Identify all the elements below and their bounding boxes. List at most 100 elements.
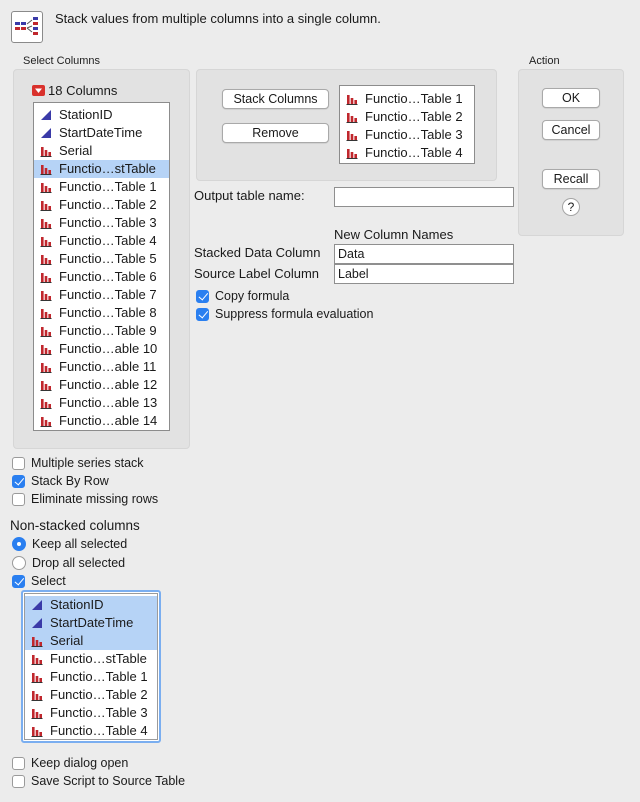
list-item[interactable]: Functio…able 12 — [34, 376, 169, 394]
multiple-series-checkbox[interactable] — [12, 456, 25, 470]
recall-button[interactable]: Recall — [542, 169, 600, 189]
select-columns-list[interactable]: StationID StartDateTime Serial Functio…stTa… — [33, 102, 170, 431]
list-item[interactable]: Functio…Table 2 — [25, 686, 157, 704]
suppress-eval-option[interactable]: Suppress formula evaluation — [196, 305, 373, 323]
output-table-name-input[interactable] — [334, 187, 514, 207]
non-stacked-columns-list[interactable]: StationID StartDateTime Serial Functio…stTa… — [24, 593, 158, 740]
list-item[interactable]: Functio…able 13 — [34, 394, 169, 412]
stack-app-icon — [11, 11, 43, 43]
list-item-label: Functio…Table 5 — [59, 251, 157, 266]
list-item-label: Functio…able 13 — [59, 395, 158, 410]
disclosure-triangle-icon[interactable] — [32, 85, 45, 96]
list-item[interactable]: Functio…stTable — [34, 160, 169, 178]
list-item[interactable]: Functio…Table 1 — [25, 668, 157, 686]
list-item[interactable]: Functio…Table 8 — [34, 304, 169, 322]
eliminate-missing-option[interactable]: Eliminate missing rows — [12, 490, 158, 508]
list-item-label: Functio…stTable — [59, 161, 156, 176]
dialog-instruction: Stack values from multiple columns into … — [55, 11, 381, 26]
keep-all-selected-option[interactable]: Keep all selected — [12, 535, 127, 553]
nominal-bar-icon — [31, 673, 43, 683]
list-item[interactable]: Functio…able 14 — [34, 412, 169, 430]
list-item[interactable]: Functio…Table 4 — [25, 722, 157, 739]
action-label: Action — [529, 55, 560, 67]
list-item-label: Functio…Table 1 — [59, 179, 157, 194]
source-label-column-input[interactable]: Label — [334, 264, 514, 284]
list-item[interactable]: StationID — [34, 106, 169, 124]
stack-by-row-label: Stack By Row — [31, 474, 109, 488]
list-item[interactable]: Functio…Table 3 — [34, 214, 169, 232]
stack-by-row-checkbox[interactable] — [12, 474, 25, 488]
list-item-label: StartDateTime — [50, 615, 134, 630]
suppress-eval-checkbox[interactable] — [196, 307, 209, 321]
new-column-names-heading: New Column Names — [334, 227, 454, 242]
list-item-label: Functio…Table 2 — [59, 197, 157, 212]
list-item[interactable]: Serial — [25, 632, 157, 650]
cancel-button[interactable]: Cancel — [542, 120, 600, 140]
keep-dialog-open-option[interactable]: Keep dialog open — [12, 754, 128, 772]
stacked-columns-list[interactable]: Functio…Table 1 Functio…Table 2 Functio…Ta… — [339, 85, 475, 164]
list-item[interactable]: Functio…Table 1 — [34, 178, 169, 196]
nominal-bar-icon — [40, 363, 52, 373]
list-item[interactable]: Functio…Table 2 — [34, 196, 169, 214]
save-script-checkbox[interactable] — [12, 774, 25, 788]
nominal-bar-icon — [31, 709, 43, 719]
eliminate-missing-checkbox[interactable] — [12, 492, 25, 506]
stack-columns-button[interactable]: Stack Columns — [222, 89, 329, 109]
list-item[interactable]: StartDateTime — [34, 124, 169, 142]
list-item[interactable]: Functio…Table 9 — [34, 322, 169, 340]
list-item[interactable]: Serial — [34, 142, 169, 160]
list-item[interactable]: Functio…able 11 — [34, 358, 169, 376]
drop-all-radio[interactable] — [12, 556, 26, 570]
drop-all-label: Drop all selected — [32, 556, 126, 570]
help-button[interactable]: ? — [562, 198, 580, 216]
list-item[interactable]: Functio…Table 5 — [34, 250, 169, 268]
list-item-label: Functio…Table 7 — [59, 287, 157, 302]
list-item[interactable]: Functio…Table 7 — [34, 286, 169, 304]
drop-all-selected-option[interactable]: Drop all selected — [12, 554, 125, 572]
keep-dialog-open-label: Keep dialog open — [31, 756, 129, 770]
nominal-bar-icon — [40, 417, 52, 427]
list-item-label: Functio…Table 3 — [59, 215, 157, 230]
list-item-label: Functio…Table 4 — [50, 723, 148, 738]
nominal-bar-icon — [40, 399, 52, 409]
list-item[interactable]: Functio…Table 3 — [340, 126, 474, 144]
list-item-label: Functio…Table 3 — [50, 705, 148, 720]
keep-all-radio[interactable] — [12, 537, 26, 551]
nominal-bar-icon — [31, 691, 43, 701]
columns-header[interactable]: 18 Columns — [32, 83, 117, 98]
list-item-label: Functio…Table 2 — [50, 687, 148, 702]
stacked-data-column-input[interactable]: Data — [334, 244, 514, 264]
list-item-label: Functio…stTable — [50, 651, 147, 666]
list-item-label: StartDateTime — [59, 125, 143, 140]
list-item[interactable]: StartDateTime — [25, 614, 157, 632]
list-item-label: Functio…able 12 — [59, 377, 158, 392]
list-item[interactable]: Functio…Table 4 — [34, 232, 169, 250]
select-option[interactable]: Select — [12, 572, 66, 590]
nominal-bar-icon — [40, 255, 52, 265]
nominal-bar-icon — [40, 165, 52, 175]
list-item[interactable]: Functio…Table 1 — [340, 90, 474, 108]
remove-button[interactable]: Remove — [222, 123, 329, 143]
list-item[interactable]: Functio…Table 3 — [25, 704, 157, 722]
list-item[interactable]: Functio…able 10 — [34, 340, 169, 358]
copy-formula-checkbox[interactable] — [196, 289, 209, 303]
non-stacked-heading: Non-stacked columns — [10, 518, 140, 533]
list-item-label: Functio…Table 9 — [59, 323, 157, 338]
list-item[interactable]: Functio…Table 4 — [340, 144, 474, 162]
suppress-eval-label: Suppress formula evaluation — [215, 307, 374, 321]
stacked-data-column-label: Stacked Data Column — [194, 245, 321, 260]
list-item[interactable]: Functio…stTable — [25, 650, 157, 668]
keep-dialog-open-checkbox[interactable] — [12, 756, 25, 770]
list-item-label: Functio…Table 1 — [50, 669, 148, 684]
stack-by-row-option[interactable]: Stack By Row — [12, 472, 109, 490]
copy-formula-option[interactable]: Copy formula — [196, 287, 289, 305]
multiple-series-option[interactable]: Multiple series stack — [12, 454, 144, 472]
ok-button[interactable]: OK — [542, 88, 600, 108]
save-script-option[interactable]: Save Script to Source Table — [12, 772, 185, 790]
nominal-bar-icon — [40, 327, 52, 337]
list-item[interactable]: StationID — [25, 596, 157, 614]
list-item[interactable]: Functio…Table 6 — [34, 268, 169, 286]
nominal-bar-icon — [346, 113, 358, 123]
list-item[interactable]: Functio…Table 2 — [340, 108, 474, 126]
select-checkbox[interactable] — [12, 574, 25, 588]
